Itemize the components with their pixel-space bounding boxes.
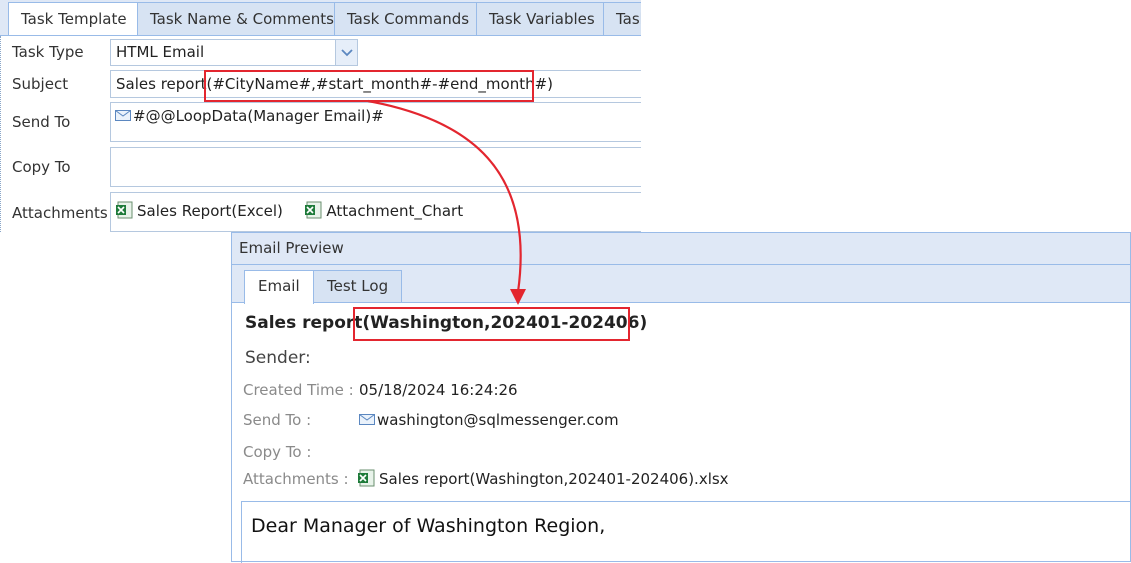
header-divider xyxy=(242,501,1131,502)
send-to-label: Send To : xyxy=(243,411,312,429)
sender-label: Sender: xyxy=(245,348,311,368)
send-to-address: washington@sqlmessenger.com xyxy=(377,411,619,429)
email-preview-panel: Email Preview Email Test Log Sales repor… xyxy=(231,232,1131,563)
task-type-select[interactable]: HTML Email xyxy=(110,39,358,66)
excel-file-icon xyxy=(358,469,375,487)
subject-result-highlight xyxy=(353,307,630,341)
tab-task-variables[interactable]: Task Variables xyxy=(476,2,608,35)
send-to-value: #@@LoopData(Manager Email)# xyxy=(133,107,384,125)
attachment-link[interactable]: Sales report(Washington,202401-202406).x… xyxy=(357,469,729,488)
send-to-label: Send To xyxy=(12,113,71,131)
task-type-label: Task Type xyxy=(12,43,84,61)
attachment-label: Attachment_Chart xyxy=(326,202,464,220)
preview-tabstrip: Email Test Log xyxy=(232,265,1130,304)
subject-label: Subject xyxy=(12,75,69,93)
subject-prefix: Sales report xyxy=(116,75,207,93)
copy-to-label: Copy To : xyxy=(243,443,312,461)
envelope-icon xyxy=(115,110,131,121)
created-time-label: Created Time : xyxy=(243,381,354,399)
attachments-label: Attachments : xyxy=(243,470,349,488)
excel-file-icon xyxy=(305,201,322,219)
attachment-filename: Sales report(Washington,202401-202406).x… xyxy=(379,470,729,488)
created-time-value: 05/18/2024 16:24:26 xyxy=(359,381,518,399)
task-editor-panel: Task Template Task Name & Comments Task … xyxy=(0,0,641,232)
tab-task-more[interactable]: Task xyxy=(603,2,641,35)
preview-subject-prefix: Sales report xyxy=(245,313,363,333)
editor-left-edge xyxy=(0,36,3,232)
email-body-text: Dear Manager of Washington Region, xyxy=(251,515,606,537)
attachments-label: Attachments xyxy=(12,204,108,222)
chevron-down-icon[interactable] xyxy=(335,40,357,65)
body-left-border xyxy=(241,501,242,563)
editor-tabstrip: Task Template Task Name & Comments Task … xyxy=(0,0,641,36)
tab-task-template[interactable]: Task Template xyxy=(8,2,140,35)
attachment-item[interactable]: Attachment_Chart xyxy=(304,201,464,220)
tab-task-name-comments[interactable]: Task Name & Comments xyxy=(137,2,347,35)
task-type-value: HTML Email xyxy=(116,43,205,61)
subject-variable-highlight xyxy=(204,70,534,102)
send-to-value: washington@sqlmessenger.com xyxy=(359,411,619,429)
preview-title: Email Preview xyxy=(232,233,1130,265)
tab-email[interactable]: Email xyxy=(244,270,314,304)
envelope-icon xyxy=(359,414,375,425)
send-to-input[interactable]: #@@LoopData(Manager Email)# xyxy=(110,102,641,142)
copy-to-input[interactable] xyxy=(110,147,641,187)
copy-to-label: Copy To xyxy=(12,158,71,176)
attachment-label: Sales Report(Excel) xyxy=(137,202,283,220)
tab-test-log[interactable]: Test Log xyxy=(313,270,403,302)
excel-file-icon xyxy=(116,201,133,219)
attachment-item[interactable]: Sales Report(Excel) xyxy=(115,201,288,220)
attachments-box: Sales Report(Excel) Attachment_Chart xyxy=(110,192,641,232)
tab-task-commands[interactable]: Task Commands xyxy=(334,2,483,35)
